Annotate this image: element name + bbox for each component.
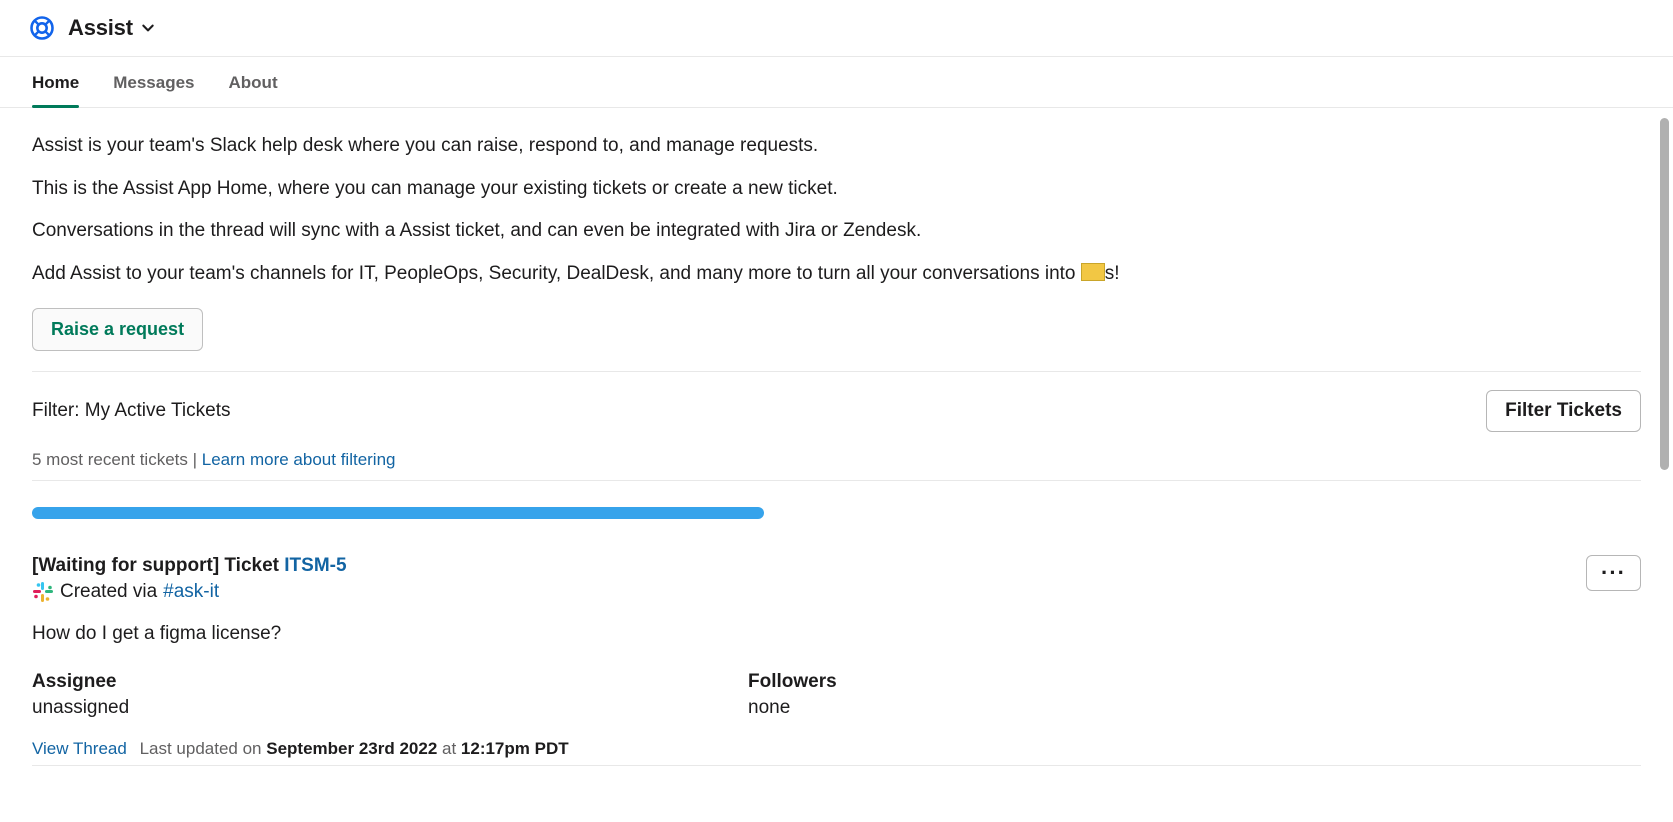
app-title-button[interactable]: Assist bbox=[68, 15, 155, 41]
intro-line-1: Assist is your team's Slack help desk wh… bbox=[32, 132, 1641, 161]
filter-row: Filter: My Active Tickets Filter Tickets bbox=[32, 390, 1641, 432]
intro-block: Assist is your team's Slack help desk wh… bbox=[32, 132, 1641, 351]
scrollbar-thumb[interactable] bbox=[1660, 118, 1669, 470]
slack-icon bbox=[32, 581, 54, 603]
updated-date: September 23rd 2022 bbox=[266, 739, 437, 758]
assignee-value: unassigned bbox=[32, 697, 748, 719]
assignee-label: Assignee bbox=[32, 671, 748, 693]
followers-label: Followers bbox=[748, 671, 1464, 693]
ticket-created-line: Created via #ask-it bbox=[32, 581, 1586, 603]
followers-value: none bbox=[748, 697, 1464, 719]
created-prefix: Created via bbox=[60, 581, 157, 603]
intro-line-4-post: s! bbox=[1105, 263, 1120, 284]
ticket-more-button[interactable]: ··· bbox=[1586, 555, 1641, 591]
ticket-card: [Waiting for support] Ticket ITSM-5 bbox=[32, 555, 1641, 766]
ticket-meta-row: Assignee unassigned Followers none bbox=[32, 671, 1641, 719]
tab-bar: Home Messages About bbox=[0, 57, 1673, 108]
raise-request-button[interactable]: Raise a request bbox=[32, 308, 203, 351]
ticket-emoji-icon bbox=[1081, 263, 1105, 281]
followers-col: Followers none bbox=[748, 671, 1464, 719]
intro-line-2: This is the Assist App Home, where you c… bbox=[32, 175, 1641, 204]
intro-line-4-pre: Add Assist to your team's channels for I… bbox=[32, 263, 1081, 284]
tab-about[interactable]: About bbox=[229, 57, 278, 107]
updated-prefix: Last updated on bbox=[140, 739, 267, 758]
ticket-footer: View Thread Last updated on September 23… bbox=[32, 739, 1641, 759]
tab-home[interactable]: Home bbox=[32, 57, 79, 107]
progress-bar bbox=[32, 507, 764, 519]
updated-time: 12:17pm PDT bbox=[461, 739, 569, 758]
chevron-down-icon bbox=[141, 21, 155, 35]
learn-more-filtering-link[interactable]: Learn more about filtering bbox=[202, 450, 396, 469]
ticket-title: [Waiting for support] Ticket ITSM-5 bbox=[32, 555, 1586, 577]
filter-tickets-button[interactable]: Filter Tickets bbox=[1486, 390, 1641, 432]
intro-line-4: Add Assist to your team's channels for I… bbox=[32, 260, 1641, 289]
view-thread-link[interactable]: View Thread bbox=[32, 739, 127, 758]
ticket-divider bbox=[32, 765, 1641, 766]
app-header: Assist bbox=[0, 0, 1673, 56]
ticket-id-link[interactable]: ITSM-5 bbox=[284, 555, 346, 576]
ticket-header: [Waiting for support] Ticket ITSM-5 bbox=[32, 555, 1641, 603]
ticket-question: How do I get a figma license? bbox=[32, 623, 1641, 645]
section-divider-2 bbox=[32, 480, 1641, 481]
updated-mid: at bbox=[437, 739, 461, 758]
assist-icon bbox=[28, 14, 56, 42]
tab-messages[interactable]: Messages bbox=[113, 57, 194, 107]
recent-tickets-line: 5 most recent tickets | Learn more about… bbox=[32, 450, 1641, 470]
assignee-col: Assignee unassigned bbox=[32, 671, 748, 719]
content-area: Assist is your team's Slack help desk wh… bbox=[0, 108, 1673, 812]
intro-line-3: Conversations in the thread will sync wi… bbox=[32, 217, 1641, 246]
app-title: Assist bbox=[68, 15, 133, 41]
recent-prefix: 5 most recent tickets | bbox=[32, 450, 202, 469]
ticket-status-prefix: [Waiting for support] Ticket bbox=[32, 555, 284, 576]
filter-label: Filter: My Active Tickets bbox=[32, 400, 230, 422]
channel-link[interactable]: #ask-it bbox=[163, 581, 219, 603]
section-divider-1 bbox=[32, 371, 1641, 372]
